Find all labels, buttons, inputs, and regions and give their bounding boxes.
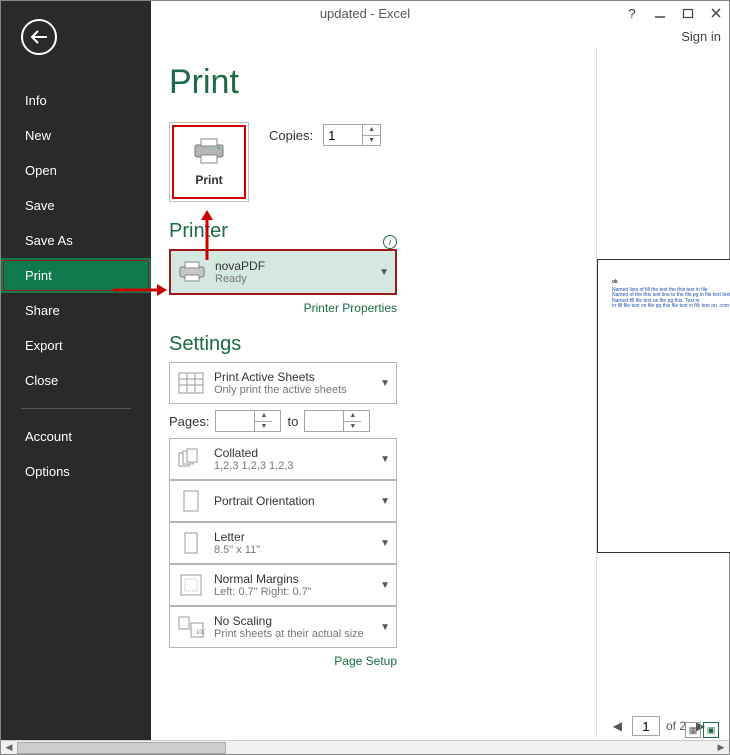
pages-from-input[interactable] [216,411,254,431]
back-arrow-icon [29,30,49,44]
printer-icon [192,137,226,165]
nav-close[interactable]: Close [1,363,151,398]
nav-print-label: Print [25,268,52,283]
nav-new[interactable]: New [1,118,151,153]
print-panel: Print Print Copies: ▲▼ Printer i [151,49,725,738]
help-button[interactable]: ? [625,6,639,20]
copies-label: Copies: [269,128,313,143]
spinner-up-icon[interactable]: ▲ [363,125,380,136]
pages-range: Pages: ▲▼ to ▲▼ [169,410,397,432]
svg-text:100: 100 [196,630,205,636]
copies-group: Copies: ▲▼ [269,124,381,146]
print-what-selector[interactable]: Print Active SheetsOnly print the active… [169,362,397,404]
spinner-down-icon[interactable]: ▼ [363,136,380,146]
nav-account[interactable]: Account [1,419,151,454]
paper-icon [176,528,206,558]
scaling-selector[interactable]: 100 No ScalingPrint sheets at their actu… [169,606,397,648]
print-button-label: Print [195,173,222,187]
close-button[interactable] [709,6,723,20]
chevron-down-icon: ▼ [380,496,390,507]
back-button[interactable] [21,19,57,55]
printer-status: Ready [215,273,265,285]
nav-save-as[interactable]: Save As [1,223,151,258]
restore-button[interactable] [681,6,695,20]
nav-options[interactable]: Options [1,454,151,489]
nav-export[interactable]: Export [1,328,151,363]
pages-to-input[interactable] [305,411,343,431]
margins-selector[interactable]: Normal MarginsLeft: 0.7" Right: 0.7" ▼ [169,564,397,606]
nav-list: Info New Open Save Save As Print Share E… [1,83,151,489]
print-preview: ok Named lists of fill the text the this… [596,49,721,738]
printer-name: novaPDF [215,259,265,273]
nav-open[interactable]: Open [1,153,151,188]
nav-info[interactable]: Info [1,83,151,118]
portrait-icon [176,486,206,516]
scroll-right-button[interactable]: ▶ [713,741,729,755]
page-setup-link[interactable]: Page Setup [169,654,397,668]
preview-page: ok Named lists of fill the text the this… [597,259,730,553]
info-icon[interactable]: i [383,235,397,249]
copies-input[interactable] [324,125,362,145]
horizontal-scrollbar[interactable]: ◀ ▶ [1,740,729,754]
zoom-controls: ▦ ▣ [685,722,719,738]
preview-content-header: ok [612,280,730,286]
minimize-button[interactable] [653,6,667,20]
nav-save[interactable]: Save [1,188,151,223]
margins-icon [176,570,206,600]
chevron-down-icon: ▼ [380,538,390,549]
pages-from-spinner[interactable]: ▲▼ [215,410,281,432]
print-button[interactable]: Print [169,122,249,202]
pages-label: Pages: [169,414,209,429]
chevron-down-icon: ▼ [380,622,390,633]
scroll-left-button[interactable]: ◀ [1,741,17,755]
collated-icon [176,444,206,474]
printer-properties-link[interactable]: Printer Properties [169,301,397,315]
pages-to-label: to [287,414,298,429]
copies-spinner[interactable]: ▲▼ [323,124,381,146]
scrollbar-track[interactable] [17,741,713,755]
scrollbar-thumb[interactable] [17,742,226,754]
zoom-to-page-button[interactable]: ▣ [703,722,719,738]
printer-heading: Printer [169,220,228,243]
sign-in-link[interactable]: Sign in [681,29,721,44]
printer-selector[interactable]: novaPDF Ready ▼ [169,249,397,295]
chevron-down-icon: ▼ [379,267,389,278]
nav-print[interactable]: Print [1,258,151,293]
paper-size-selector[interactable]: Letter8.5" x 11" ▼ [169,522,397,564]
nav-share[interactable]: Share [1,293,151,328]
show-margins-button[interactable]: ▦ [685,722,701,738]
sheets-icon [176,368,206,398]
nav-separator [21,408,131,409]
chevron-down-icon: ▼ [380,454,390,465]
chevron-down-icon: ▼ [380,580,390,591]
chevron-down-icon: ▼ [380,378,390,389]
prev-page-button[interactable]: ◀ [609,719,626,733]
window-title: updated - Excel [320,6,410,21]
current-page-input[interactable] [632,716,660,736]
backstage-sidebar: Info New Open Save Save As Print Share E… [1,1,151,740]
page-total: of 2 [666,719,686,733]
pages-to-spinner[interactable]: ▲▼ [304,410,370,432]
printer-device-icon [177,257,207,287]
orientation-selector[interactable]: Portrait Orientation ▼ [169,480,397,522]
collation-selector[interactable]: Collated1,2,3 1,2,3 1,2,3 ▼ [169,438,397,480]
scaling-icon: 100 [176,612,206,642]
